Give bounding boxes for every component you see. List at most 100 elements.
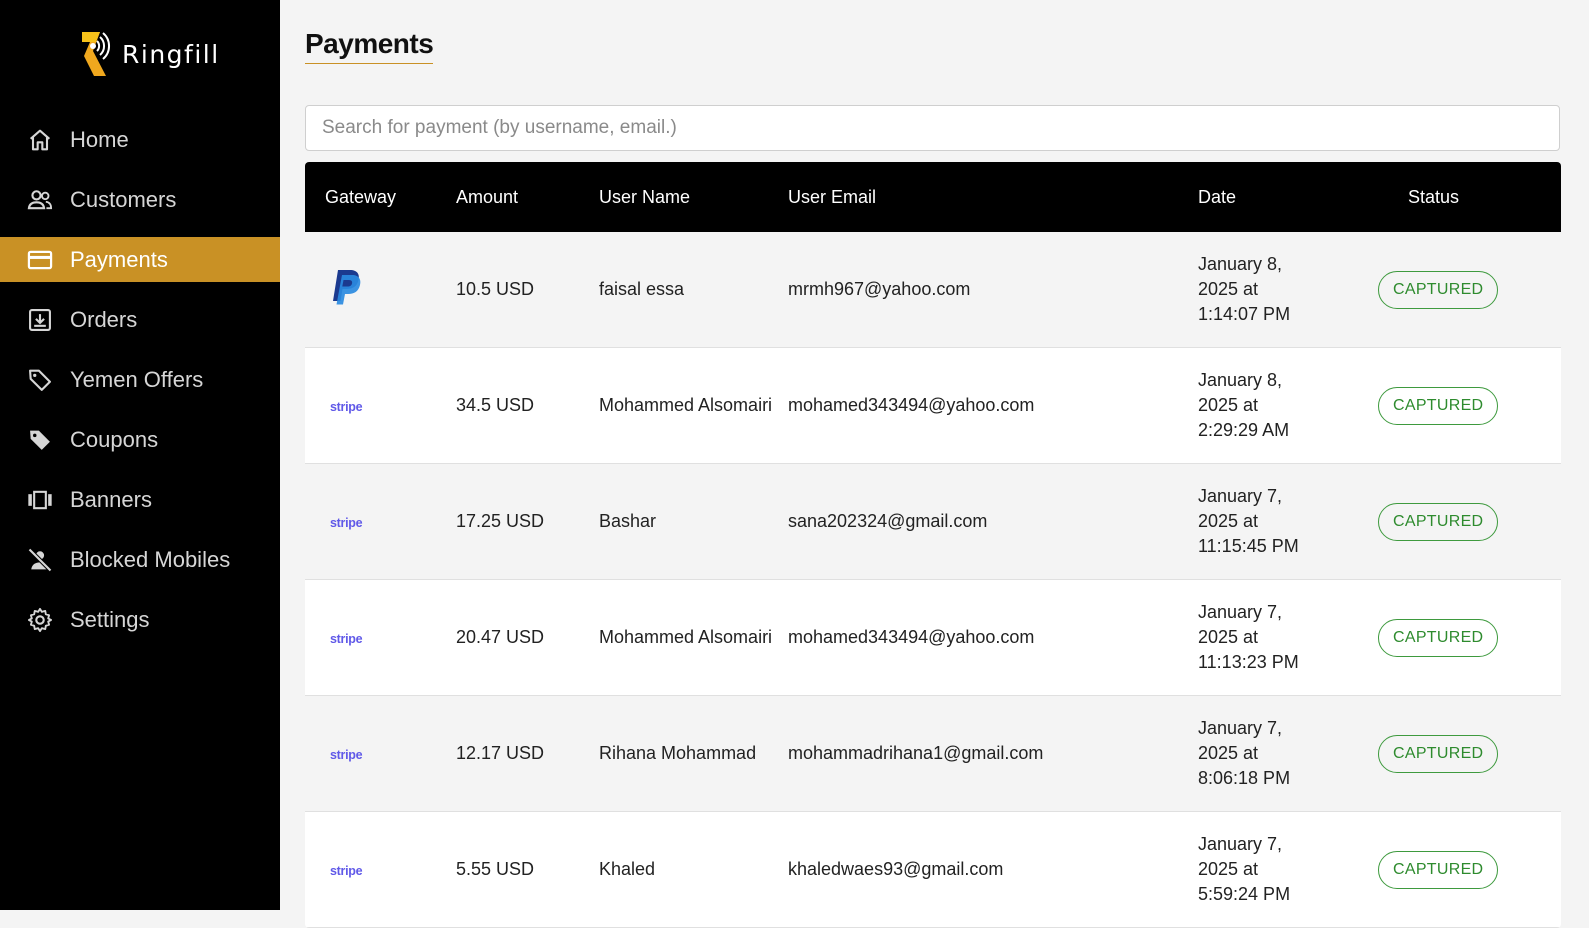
gateway-cell bbox=[305, 268, 456, 311]
gear-icon bbox=[25, 605, 55, 635]
status-cell: CAPTURED bbox=[1378, 734, 1561, 773]
column-header-date[interactable]: Date bbox=[1198, 185, 1378, 210]
date-line: January 7, bbox=[1198, 834, 1283, 854]
gateway-cell: stripe bbox=[305, 627, 456, 648]
table-row[interactable]: stripe 12.17 USD Rihana Mohammad mohamma… bbox=[305, 696, 1561, 812]
date-line: January 7, bbox=[1198, 602, 1283, 622]
status-cell: CAPTURED bbox=[1378, 386, 1561, 425]
user-name-cell: Khaled bbox=[599, 859, 656, 879]
gateway-cell: stripe bbox=[305, 859, 456, 880]
status-cell: CAPTURED bbox=[1378, 502, 1561, 541]
date-line: 5:59:24 PM bbox=[1198, 884, 1291, 904]
status-badge: CAPTURED bbox=[1378, 270, 1499, 309]
status-badge: CAPTURED bbox=[1378, 502, 1499, 541]
ringfill-logo-icon bbox=[82, 32, 110, 76]
status-badge: CAPTURED bbox=[1378, 850, 1499, 889]
table-row[interactable]: stripe 34.5 USD Mohammed Alsomairi moham… bbox=[305, 348, 1561, 464]
sidebar-item-label: Blocked Mobiles bbox=[70, 546, 231, 572]
status-cell: CAPTURED bbox=[1378, 270, 1561, 309]
status-cell: CAPTURED bbox=[1378, 850, 1561, 889]
column-header-user-email[interactable]: User Email bbox=[788, 187, 1198, 208]
gateway-cell: stripe bbox=[305, 511, 456, 532]
table-header: Gateway Amount User Name User Email Date… bbox=[305, 162, 1561, 232]
sidebar-nav: Home Customers Payments Orders Yemen Off… bbox=[0, 117, 280, 657]
user-name-cell: faisal essa bbox=[599, 279, 685, 299]
column-header-gateway[interactable]: Gateway bbox=[305, 187, 456, 208]
date-cell: January 7, 2025 at 5:59:24 PM bbox=[1198, 832, 1378, 907]
user-email-cell: sana202324@gmail.com bbox=[788, 511, 988, 531]
date-line: 1:14:07 PM bbox=[1198, 304, 1291, 324]
amount-cell: 10.5 USD bbox=[456, 279, 535, 299]
sidebar-item-label: Orders bbox=[70, 306, 138, 332]
column-header-user-name[interactable]: User Name bbox=[599, 185, 788, 210]
person-off-icon bbox=[25, 545, 55, 575]
sidebar-item-coupons[interactable]: Coupons bbox=[0, 417, 280, 462]
date-line: January 8, bbox=[1198, 254, 1283, 274]
column-header-amount[interactable]: Amount bbox=[456, 187, 599, 208]
status-badge: CAPTURED bbox=[1378, 734, 1499, 773]
date-cell: January 8, 2025 at 1:14:07 PM bbox=[1198, 252, 1378, 327]
date-line: 2:29:29 AM bbox=[1198, 420, 1290, 440]
user-email-cell: mohammadrihana1@gmail.com bbox=[788, 743, 1044, 763]
column-header-status[interactable]: Status bbox=[1378, 187, 1561, 208]
stripe-logo: stripe bbox=[330, 864, 363, 878]
user-name-cell: Rihana Mohammad bbox=[599, 743, 757, 763]
sidebar-item-home[interactable]: Home bbox=[0, 117, 280, 162]
status-badge: CAPTURED bbox=[1378, 386, 1499, 425]
carousel-icon bbox=[25, 485, 55, 515]
download-box-icon bbox=[25, 305, 55, 335]
sidebar-item-label: Customers bbox=[70, 186, 177, 212]
date-line: 2025 at bbox=[1198, 627, 1259, 647]
gateway-cell: stripe bbox=[305, 743, 456, 764]
amount-cell: 34.5 USD bbox=[456, 395, 535, 415]
user-email-cell: mohamed343494@yahoo.com bbox=[788, 627, 1035, 647]
sidebar-item-payments[interactable]: Payments bbox=[0, 237, 280, 282]
user-email-cell: khaledwaes93@gmail.com bbox=[788, 859, 1004, 879]
amount-cell: 12.17 USD bbox=[456, 743, 545, 763]
paypal-icon bbox=[333, 270, 361, 305]
sidebar-item-blocked-mobiles[interactable]: Blocked Mobiles bbox=[0, 537, 280, 582]
tag-filled-icon bbox=[25, 425, 55, 455]
gateway-cell: stripe bbox=[305, 395, 456, 416]
sidebar-item-banners[interactable]: Banners bbox=[0, 477, 280, 522]
sidebar-item-label: Payments bbox=[70, 246, 168, 272]
date-line: 2025 at bbox=[1198, 395, 1259, 415]
stripe-logo: stripe bbox=[330, 516, 363, 530]
payments-table: Gateway Amount User Name User Email Date… bbox=[305, 162, 1561, 928]
sidebar-item-yemen-offers[interactable]: Yemen Offers bbox=[0, 357, 280, 402]
date-line: 11:15:45 PM bbox=[1198, 536, 1299, 556]
date-cell: January 7, 2025 at 8:06:18 PM bbox=[1198, 716, 1378, 791]
date-line: January 7, bbox=[1198, 718, 1283, 738]
sidebar-item-label: Home bbox=[70, 126, 129, 152]
sidebar-item-settings[interactable]: Settings bbox=[0, 597, 280, 642]
people-icon bbox=[25, 185, 55, 215]
user-name-cell: Bashar bbox=[599, 511, 657, 531]
amount-cell: 17.25 USD bbox=[456, 511, 545, 531]
stripe-logo: stripe bbox=[330, 400, 363, 414]
table-row[interactable]: stripe 17.25 USD Bashar sana202324@gmail… bbox=[305, 464, 1561, 580]
sidebar: Ringfill Home Customers Payments Orders bbox=[0, 0, 280, 910]
sidebar-item-orders[interactable]: Orders bbox=[0, 297, 280, 342]
sidebar-item-label: Banners bbox=[70, 486, 152, 512]
table-row[interactable]: stripe 5.55 USD Khaled khaledwaes93@gmai… bbox=[305, 812, 1561, 928]
date-line: 2025 at bbox=[1198, 743, 1259, 763]
date-line: 11:13:23 PM bbox=[1198, 652, 1299, 672]
search-input[interactable] bbox=[305, 105, 1560, 151]
date-line: 8:06:18 PM bbox=[1198, 768, 1291, 788]
user-name-cell: Mohammed Alsomairi bbox=[599, 627, 773, 647]
brand-name: Ringfill bbox=[122, 39, 220, 69]
date-line: January 8, bbox=[1198, 370, 1283, 390]
sidebar-item-customers[interactable]: Customers bbox=[0, 177, 280, 222]
credit-card-icon bbox=[25, 245, 55, 275]
sidebar-item-label: Coupons bbox=[70, 426, 159, 452]
user-email-cell: mohamed343494@yahoo.com bbox=[788, 395, 1035, 415]
date-line: January 7, bbox=[1198, 486, 1283, 506]
table-row[interactable]: stripe 20.47 USD Mohammed Alsomairi moha… bbox=[305, 580, 1561, 696]
tag-outline-icon bbox=[25, 365, 55, 395]
stripe-logo: stripe bbox=[330, 632, 363, 646]
date-line: 2025 at bbox=[1198, 279, 1259, 299]
table-row[interactable]: 10.5 USD faisal essa mrmh967@yahoo.com J… bbox=[305, 232, 1561, 348]
date-line: 2025 at bbox=[1198, 859, 1259, 879]
status-badge: CAPTURED bbox=[1378, 618, 1499, 657]
brand-logo[interactable]: Ringfill bbox=[78, 28, 220, 80]
